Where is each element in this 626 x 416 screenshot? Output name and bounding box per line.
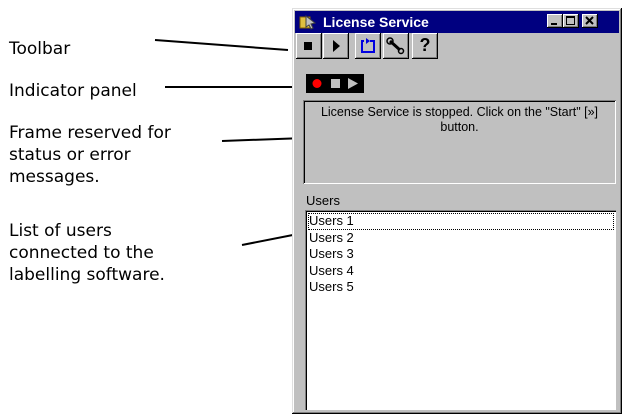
help-label: ? <box>419 35 431 55</box>
stop-button[interactable] <box>296 33 322 59</box>
list-item[interactable]: Users 1 <box>308 213 614 230</box>
start-button[interactable] <box>323 33 349 59</box>
indicator-icons <box>312 78 358 89</box>
play-icon <box>333 40 340 52</box>
maximize-icon <box>566 16 575 25</box>
stop-icon <box>304 42 312 50</box>
settings-button[interactable] <box>383 33 409 59</box>
refresh-button[interactable] <box>355 33 381 59</box>
list-item[interactable]: Users 4 <box>308 263 614 280</box>
users-list[interactable]: Users 1 Users 2 Users 3 Users 4 Users 5 <box>305 210 616 410</box>
wrench-icon <box>386 37 405 55</box>
refresh-icon <box>361 38 375 53</box>
app-icon <box>299 14 317 30</box>
window-title: License Service <box>323 14 429 30</box>
close-icon <box>585 16 594 25</box>
close-button[interactable] <box>582 14 598 28</box>
play-triangle-icon <box>348 78 358 89</box>
list-item[interactable]: Users 5 <box>308 279 614 296</box>
list-item[interactable]: Users 2 <box>308 230 614 247</box>
status-message: License Service is stopped. Click on the… <box>320 105 599 134</box>
list-item[interactable]: Users 3 <box>308 246 614 263</box>
users-label: Users <box>306 193 340 208</box>
indicator-panel <box>306 74 364 93</box>
maximize-button[interactable] <box>563 14 579 28</box>
red-dot-icon <box>312 79 322 88</box>
minimize-button[interactable] <box>547 14 563 28</box>
help-button[interactable]: ? <box>412 33 438 59</box>
callout-line-toolbar <box>154 39 289 51</box>
minimize-icon <box>551 23 557 25</box>
title-bar[interactable]: License Service <box>295 11 619 33</box>
status-frame: License Service is stopped. Click on the… <box>303 100 616 184</box>
stop-square-icon <box>331 79 340 88</box>
